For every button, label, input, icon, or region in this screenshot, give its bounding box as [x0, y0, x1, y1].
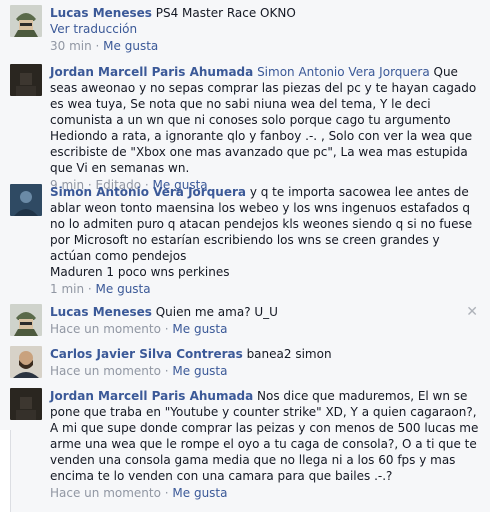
avatar[interactable] — [10, 346, 42, 378]
like-link[interactable]: Me gusta — [96, 282, 151, 296]
comment-author[interactable]: Simon Antonio Vera Jorquera — [50, 185, 246, 199]
separator-dot: · — [160, 322, 173, 336]
avatar[interactable] — [10, 184, 42, 216]
comment-text: banea2 simon — [242, 347, 332, 361]
comment-timestamp[interactable]: Hace un momento — [50, 322, 161, 336]
like-link[interactable]: Me gusta — [103, 39, 158, 53]
comment-text: PS4 Master Race OKNO — [151, 6, 296, 20]
comment-author[interactable]: Jordan Marcell Paris Ahumada — [50, 389, 253, 403]
comment-text: Nos dice que maduremos, El wn se pone qu… — [50, 389, 479, 483]
close-icon[interactable]: ✕ — [466, 305, 478, 319]
translate-link[interactable]: Ver traducción — [50, 21, 480, 37]
avatar[interactable] — [10, 304, 42, 336]
comment-thread: Lucas Meneses PS4 Master Race OKNO Ver t… — [0, 0, 490, 512]
separator-dot: · — [84, 282, 96, 296]
separator-dot: · — [160, 364, 173, 378]
comment-author[interactable]: Jordan Marcell Paris Ahumada — [50, 65, 253, 79]
comment-timestamp[interactable]: Hace un momento — [50, 486, 161, 500]
mention-link[interactable]: Simon Antonio Vera Jorquera — [257, 65, 430, 79]
separator-dot: · — [160, 486, 173, 500]
comment-text-line: Maduren 1 poco wns perkines — [50, 265, 230, 279]
comment-timestamp[interactable]: Hace un momento — [50, 364, 161, 378]
avatar[interactable] — [10, 388, 42, 420]
comment-timestamp[interactable]: 30 min — [50, 39, 92, 53]
avatar[interactable] — [10, 5, 42, 37]
comment-text: Quien me ama? U_U — [151, 305, 278, 319]
comment-timestamp[interactable]: 1 min — [50, 282, 84, 296]
like-link[interactable]: Me gusta — [172, 322, 227, 336]
separator-dot: · — [91, 39, 104, 53]
like-link[interactable]: Me gusta — [172, 486, 227, 500]
comment-author[interactable]: Carlos Javier Silva Contreras — [50, 347, 243, 361]
left-edge-panel — [0, 430, 11, 512]
comment-text: Que seas aweonao y no sepas comprar las … — [50, 65, 477, 175]
like-link[interactable]: Me gusta — [172, 364, 227, 378]
comment-author[interactable]: Lucas Meneses — [50, 305, 152, 319]
avatar[interactable] — [10, 64, 42, 96]
comment-author[interactable]: Lucas Meneses — [50, 6, 152, 20]
